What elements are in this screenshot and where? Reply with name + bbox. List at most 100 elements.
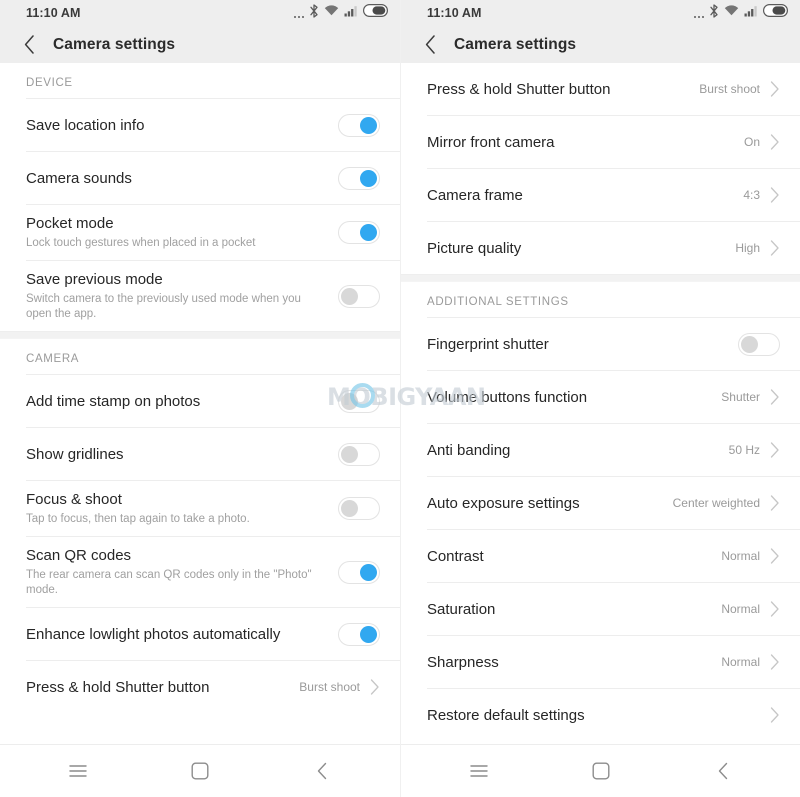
settings-row[interactable]: Enhance lowlight photos automatically: [0, 608, 400, 660]
settings-row-title: Picture quality: [427, 239, 522, 257]
settings-row-title: Add time stamp on photos: [26, 392, 201, 410]
settings-row-text: Save previous mode Switch camera to the p…: [26, 270, 338, 322]
settings-row-text: Sharpness: [427, 653, 721, 672]
settings-row-subtitle: Lock touch gestures when placed in a poc…: [26, 237, 256, 249]
toggle-knob: [341, 287, 358, 305]
menu-icon[interactable]: [458, 750, 500, 792]
back-icon[interactable]: [702, 750, 744, 792]
toggle-switch[interactable]: [338, 622, 380, 646]
chevron-right-icon: [764, 187, 786, 203]
settings-row-value: Center weighted: [672, 496, 760, 510]
status-bar-icons: [293, 3, 389, 23]
more-dots-icon: [293, 6, 304, 20]
toggle-switch[interactable]: [338, 284, 380, 308]
more-dots-icon: [693, 6, 704, 20]
settings-row-text: Press & hold Shutter button: [26, 678, 299, 697]
back-icon[interactable]: [301, 750, 343, 792]
toggle-switch[interactable]: [338, 166, 380, 190]
settings-row-text: Scan QR codes The rear camera can scan QR…: [26, 546, 338, 598]
settings-row-text: Pocket mode Lock touch gestures when plac…: [26, 214, 338, 251]
home-icon[interactable]: [580, 750, 622, 792]
settings-row-title: Volume buttons function: [427, 388, 588, 406]
settings-row[interactable]: Focus & shoot Tap to focus, then tap agai…: [0, 481, 400, 536]
settings-row-text: Press & hold Shutter button: [427, 80, 699, 99]
settings-row-title: Press & hold Shutter button: [26, 678, 210, 696]
bluetooth-icon: [309, 3, 319, 23]
section-header: CAMERA: [26, 353, 80, 365]
toggle-switch[interactable]: [338, 560, 380, 584]
menu-icon[interactable]: [57, 750, 99, 792]
toggle-switch[interactable]: [738, 332, 780, 356]
toggle-switch[interactable]: [338, 497, 380, 520]
settings-row[interactable]: Scan QR codes The rear camera can scan QR…: [0, 537, 400, 607]
settings-row[interactable]: Save location info: [0, 99, 400, 151]
settings-row[interactable]: Auto exposure settings Center weighted: [401, 477, 800, 529]
page-title: Camera settings: [53, 35, 176, 53]
settings-row[interactable]: Show gridlines: [0, 428, 400, 480]
status-bar-clock: 11:10 AM: [427, 6, 482, 20]
chevron-right-icon: [764, 601, 786, 617]
toggle-switch[interactable]: [338, 389, 380, 413]
system-navigation-bar: [0, 744, 400, 797]
settings-row-title: Press & hold Shutter button: [427, 80, 611, 98]
toggle-switch[interactable]: [338, 113, 380, 137]
settings-list-left[interactable]: DEVICE Save location info Camera sounds Poc…: [0, 63, 400, 744]
settings-row[interactable]: Contrast Normal: [401, 530, 800, 582]
settings-row[interactable]: Mirror front camera On: [401, 116, 800, 168]
toggle-knob: [360, 169, 377, 187]
settings-row-text: Add time stamp on photos: [26, 392, 338, 411]
settings-row[interactable]: Picture quality High: [401, 222, 800, 274]
chevron-right-icon: [764, 134, 786, 150]
settings-row-text: Camera frame: [427, 186, 743, 205]
toggle-knob: [360, 625, 377, 643]
settings-row-title: Focus & shoot: [26, 491, 122, 508]
settings-row[interactable]: Add time stamp on photos: [0, 375, 400, 427]
settings-row[interactable]: Camera sounds: [0, 152, 400, 204]
chevron-right-icon: [764, 707, 786, 723]
settings-row-text: Picture quality: [427, 239, 735, 258]
back-chevron-icon[interactable]: [415, 30, 445, 60]
settings-row-value: Burst shoot: [299, 680, 360, 694]
chevron-right-icon: [764, 240, 786, 256]
bluetooth-icon: [709, 3, 719, 23]
settings-row-text: Anti banding: [427, 441, 729, 460]
settings-row-value: Normal: [721, 655, 760, 669]
back-chevron-icon[interactable]: [14, 30, 44, 60]
settings-row-text: Show gridlines: [26, 445, 338, 464]
settings-row[interactable]: Fingerprint shutter: [401, 318, 800, 370]
settings-row-value: 50 Hz: [728, 443, 760, 457]
chevron-right-icon: [764, 654, 786, 670]
chevron-right-icon: [764, 495, 786, 511]
settings-list-right[interactable]: Press & hold Shutter button Burst shoot Mi…: [401, 63, 800, 744]
settings-row-title: Contrast: [427, 547, 484, 565]
settings-row-text: Save location info: [26, 116, 338, 135]
settings-row-text: Restore default settings: [427, 706, 764, 725]
settings-row-title: Sharpness: [427, 653, 499, 671]
settings-row[interactable]: Save previous mode Switch camera to the p…: [0, 261, 400, 331]
settings-row-title: Enhance lowlight photos automatically: [26, 625, 281, 643]
section-header: ADDITIONAL SETTINGS: [427, 296, 569, 308]
settings-row[interactable]: Sharpness Normal: [401, 636, 800, 688]
settings-row[interactable]: Volume buttons function Shutter: [401, 371, 800, 423]
settings-row-text: Camera sounds: [26, 169, 338, 188]
toggle-switch[interactable]: [338, 442, 380, 466]
status-bar-clock: 11:10 AM: [26, 6, 81, 20]
home-icon[interactable]: [179, 750, 221, 792]
settings-row-text: Focus & shoot Tap to focus, then tap agai…: [26, 490, 338, 527]
settings-row-subtitle: Tap to focus, then tap again to take a p…: [26, 513, 250, 525]
dual-screenshot-compare: 11:10 AM Camera settings DEVICE Save loc…: [0, 0, 800, 797]
settings-row[interactable]: Saturation Normal: [401, 583, 800, 635]
toggle-switch[interactable]: [338, 221, 380, 244]
right-phone-screen: 11:10 AM Camera settings Press & hold Sh…: [400, 0, 800, 797]
settings-row[interactable]: Pocket mode Lock touch gestures when plac…: [0, 205, 400, 260]
settings-row-value: Normal: [721, 602, 760, 616]
section-separator: [401, 274, 800, 282]
chevron-right-icon: [764, 389, 786, 405]
settings-row[interactable]: Anti banding 50 Hz: [401, 424, 800, 476]
toggle-knob: [341, 445, 358, 463]
settings-row[interactable]: Press & hold Shutter button Burst shoot: [0, 661, 400, 713]
settings-row-title: Fingerprint shutter: [427, 335, 549, 353]
settings-row[interactable]: Camera frame 4:3: [401, 169, 800, 221]
settings-row[interactable]: Restore default settings: [401, 689, 800, 741]
settings-row[interactable]: Press & hold Shutter button Burst shoot: [401, 63, 800, 115]
